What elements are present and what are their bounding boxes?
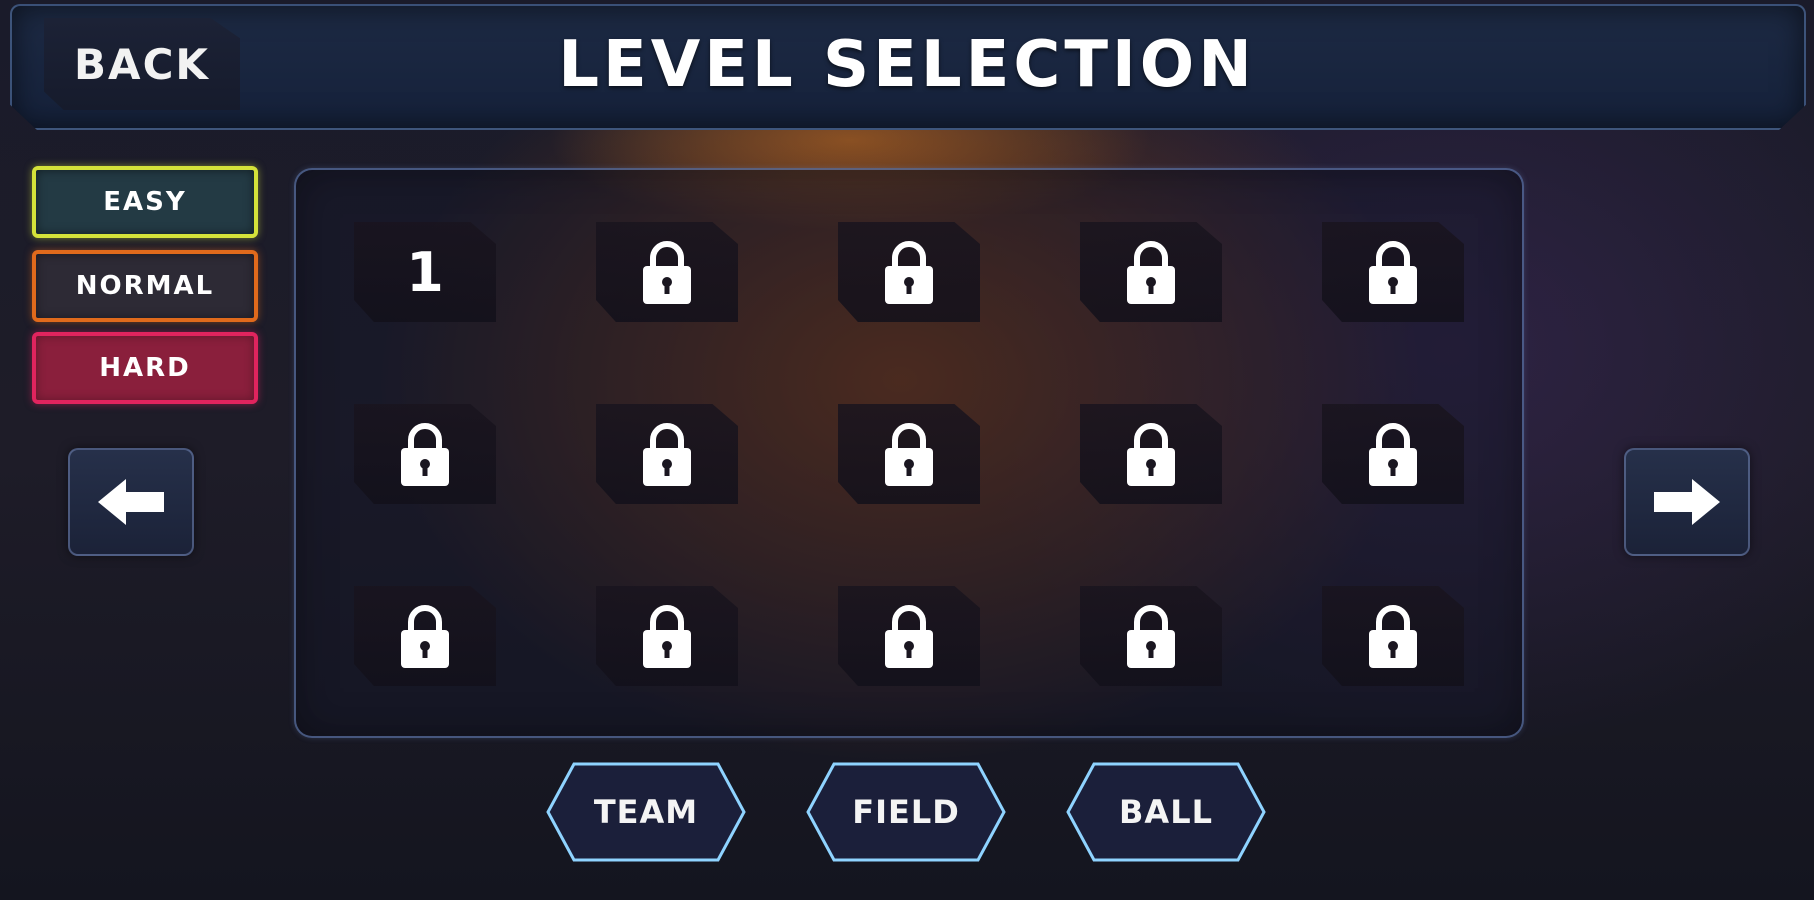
lock-icon <box>643 423 691 486</box>
level-number: 1 <box>406 240 444 304</box>
lock-icon <box>1369 605 1417 668</box>
ball-button[interactable]: BALL <box>1064 760 1268 864</box>
level-tile-locked[interactable] <box>1080 222 1222 322</box>
level-tile-locked[interactable] <box>354 586 496 686</box>
level-tile-locked[interactable] <box>1322 404 1464 504</box>
level-tile-locked[interactable] <box>1322 222 1464 322</box>
next-page-button[interactable] <box>1624 448 1750 556</box>
team-label: TEAM <box>593 793 699 831</box>
field-label: FIELD <box>852 793 960 831</box>
level-grid-panel: 1 <box>294 168 1524 738</box>
lock-icon <box>885 605 933 668</box>
previous-page-button[interactable] <box>68 448 194 556</box>
level-tile-locked[interactable] <box>596 586 738 686</box>
level-tile-locked[interactable] <box>1322 586 1464 686</box>
level-grid: 1 <box>354 222 1464 686</box>
difficulty-easy-button[interactable]: EASY <box>32 166 258 238</box>
level-tile-locked[interactable] <box>596 404 738 504</box>
level-tile-locked[interactable] <box>1080 586 1222 686</box>
level-tile-locked[interactable] <box>838 586 980 686</box>
lock-icon <box>1127 423 1175 486</box>
level-tile-locked[interactable] <box>838 404 980 504</box>
level-tile-unlocked[interactable]: 1 <box>354 222 496 322</box>
difficulty-normal-button[interactable]: NORMAL <box>32 250 258 322</box>
level-tile-locked[interactable] <box>838 222 980 322</box>
lock-icon <box>1127 241 1175 304</box>
difficulty-hard-button[interactable]: HARD <box>32 332 258 404</box>
level-tile-locked[interactable] <box>354 404 496 504</box>
page-title: LEVEL SELECTION <box>558 28 1256 102</box>
lock-icon <box>1369 423 1417 486</box>
arrow-right-icon <box>1654 479 1720 525</box>
arrow-left-icon <box>98 479 164 525</box>
lock-icon <box>1127 605 1175 668</box>
level-tile-locked[interactable] <box>596 222 738 322</box>
ball-label: BALL <box>1119 793 1213 831</box>
field-button[interactable]: FIELD <box>804 760 1008 864</box>
lock-icon <box>1369 241 1417 304</box>
lock-icon <box>885 241 933 304</box>
lock-icon <box>643 241 691 304</box>
level-tile-locked[interactable] <box>1080 404 1222 504</box>
team-button[interactable]: TEAM <box>544 760 748 864</box>
lock-icon <box>401 605 449 668</box>
lock-icon <box>885 423 933 486</box>
lock-icon <box>401 423 449 486</box>
lock-icon <box>643 605 691 668</box>
